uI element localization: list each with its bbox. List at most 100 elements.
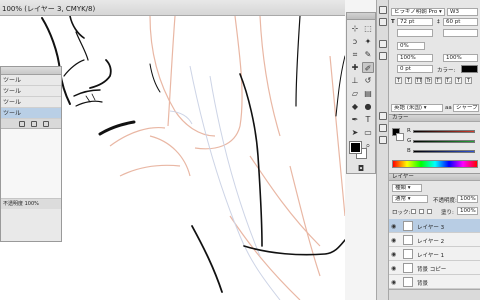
magic-wand-tool-icon[interactable]: ✦ (362, 36, 374, 47)
font-style-select[interactable]: W3 (447, 8, 478, 16)
new-icon[interactable] (19, 121, 25, 127)
eyedropper-tool-icon[interactable]: ✎ (362, 49, 374, 60)
color-spectrum-bar[interactable] (392, 160, 478, 168)
adjustments-panel-icon[interactable] (379, 52, 387, 60)
language-select[interactable]: 英語 (米国) ▾ (391, 104, 443, 112)
layer-thumbnail (403, 249, 413, 259)
type-tool-icon[interactable]: T (362, 114, 374, 125)
layer-name: レイヤー 1 (417, 253, 445, 259)
floating-panel-list (1, 129, 61, 199)
font-family-select[interactable]: ヒラギノ明朝 Pro ▾ (391, 8, 445, 16)
text-color-swatch[interactable] (461, 65, 478, 73)
font-size-field[interactable]: 72 pt (397, 18, 433, 26)
layer-thumbnail (403, 277, 413, 287)
blue-slider[interactable] (413, 150, 475, 153)
fill-label: 塗り: (441, 210, 454, 216)
history-panel-icon[interactable] (379, 6, 387, 14)
paths-panel-icon[interactable] (379, 124, 387, 132)
antialias-select[interactable]: シャープ (453, 104, 479, 112)
layer-row[interactable]: ◉ 背景 (389, 275, 480, 289)
move-tool-icon[interactable]: ⊹ (349, 23, 361, 34)
horizontal-scale-field[interactable]: 100% (443, 54, 478, 62)
color-panel-header[interactable]: カラー (389, 114, 480, 122)
eye-icon[interactable]: ◉ (391, 251, 396, 258)
tracking-field[interactable] (397, 29, 433, 37)
opacity-label: 不透明度: (433, 198, 457, 204)
eye-icon[interactable]: ◉ (391, 279, 396, 286)
gradient-tool-icon[interactable]: ▤ (362, 88, 374, 99)
kerning-percent-field[interactable]: 0% (397, 42, 425, 50)
layer-name: 背景 (417, 281, 429, 287)
floating-panel-row[interactable]: ツール (1, 86, 61, 97)
channel-b-label: B (407, 148, 411, 154)
layer-row-selected[interactable]: ◉ レイヤー 3 (389, 219, 480, 233)
styles-panel-icon[interactable] (379, 112, 387, 120)
style-faux-italic-button[interactable]: T (405, 77, 412, 84)
brush-tool-icon[interactable]: ✐ (362, 62, 374, 73)
leading-icon: ‡ (437, 19, 440, 25)
fill-field[interactable]: 100% (457, 207, 478, 215)
blur-tool-icon[interactable]: ◆ (349, 101, 361, 112)
channel-r-label: R (407, 128, 411, 134)
lock-position-checkbox[interactable] (427, 209, 432, 214)
style-underline-button[interactable]: T (455, 77, 462, 84)
lock-transparent-checkbox[interactable] (411, 209, 416, 214)
floating-panel-row[interactable]: ツール (1, 97, 61, 108)
style-faux-bold-button[interactable]: T (395, 77, 402, 84)
green-slider[interactable] (413, 140, 475, 143)
color-panel-bg-swatch[interactable] (396, 133, 404, 141)
trash-icon[interactable] (43, 121, 49, 127)
vertical-scale-field[interactable]: 100% (397, 54, 433, 62)
eye-icon[interactable]: ◉ (391, 265, 396, 272)
blend-mode-select[interactable]: 通常 ▾ (392, 195, 428, 203)
properties-panel-icon[interactable] (379, 18, 387, 26)
stamp-tool-icon[interactable]: ⊥ (349, 75, 361, 86)
floating-panel-header[interactable] (1, 67, 61, 75)
font-size-icon: T (391, 19, 395, 25)
swatches-panel-icon[interactable] (379, 40, 387, 48)
floating-panel-icon-bar (1, 119, 61, 129)
layer-thumbnail (403, 221, 413, 231)
style-all-caps-button[interactable]: TT (415, 77, 422, 84)
baseline-shift-field[interactable]: 0 pt (397, 65, 433, 73)
kerning-field[interactable] (443, 29, 478, 37)
eraser-tool-icon[interactable]: ▱ (349, 88, 361, 99)
layers-panel-footer (389, 289, 480, 300)
channels-panel-icon[interactable] (379, 136, 387, 144)
lasso-tool-icon[interactable]: ↄ (349, 36, 361, 47)
healing-tool-icon[interactable]: ✚ (349, 62, 361, 73)
tools-panel-header[interactable] (347, 13, 375, 20)
pen-tool-icon[interactable]: ✒ (349, 114, 361, 125)
layer-filter-select[interactable]: 種類 ▾ (392, 184, 422, 192)
layer-name: 背景 コピー (417, 267, 447, 273)
leading-field[interactable]: 60 pt (443, 18, 478, 26)
dodge-tool-icon[interactable]: ● (362, 101, 374, 112)
layers-panel-header[interactable]: レイヤー (389, 173, 480, 181)
floating-panel-row[interactable]: ツール (1, 75, 61, 86)
style-subscript-button[interactable]: T, (445, 77, 452, 84)
style-superscript-button[interactable]: T' (435, 77, 442, 84)
style-strikethrough-button[interactable]: T (465, 77, 472, 84)
path-selection-tool-icon[interactable]: ➤ (349, 127, 361, 138)
camera-icon[interactable] (31, 121, 37, 127)
collapsed-panel-dock (376, 0, 389, 300)
layer-name: レイヤー 2 (417, 239, 445, 245)
quick-mask-icon[interactable]: ◘ (355, 163, 367, 174)
lock-pixels-checkbox[interactable] (419, 209, 424, 214)
opacity-field[interactable]: 100% (457, 195, 478, 203)
red-slider[interactable] (413, 130, 475, 133)
document-tab[interactable]: 100% (レイヤー 3, CMYK/8) (0, 0, 345, 16)
crop-tool-icon[interactable]: ⌗ (349, 49, 361, 60)
history-brush-tool-icon[interactable]: ↺ (362, 75, 374, 86)
style-small-caps-button[interactable]: Tr (425, 77, 432, 84)
channel-g-label: G (407, 138, 412, 144)
floating-panel-row-selected[interactable]: ツール (1, 108, 61, 119)
layer-row[interactable]: ◉ 背景 コピー (389, 261, 480, 275)
eye-icon[interactable]: ◉ (391, 223, 396, 230)
layer-row[interactable]: ◉ レイヤー 2 (389, 233, 480, 247)
layer-row[interactable]: ◉ レイヤー 1 (389, 247, 480, 261)
shape-tool-icon[interactable]: ▭ (362, 127, 374, 138)
foreground-color-swatch[interactable] (349, 141, 362, 154)
eye-icon[interactable]: ◉ (391, 237, 396, 244)
marquee-tool-icon[interactable]: ⬚ (362, 23, 374, 34)
